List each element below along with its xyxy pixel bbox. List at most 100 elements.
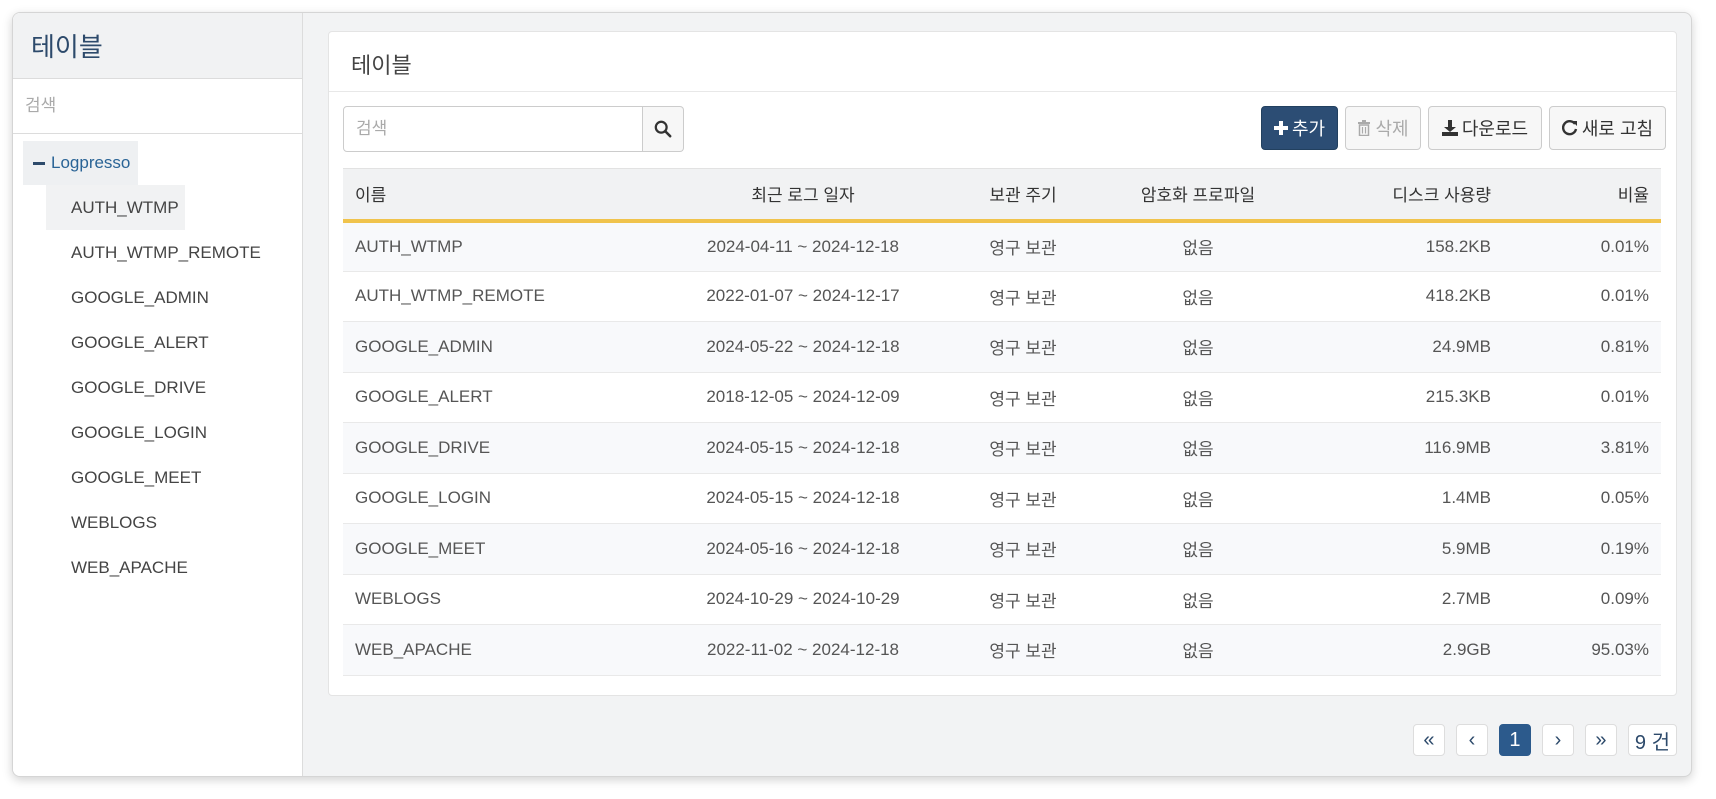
tree-item-auth-wtmp-remote[interactable]: AUTH_WTMP_REMOTE [46,230,267,275]
cell-date: 2024-05-15 ~ 2024-12-18 [706,437,900,457]
header-name[interactable]: 이름 [343,168,673,221]
cell-name: WEB_APACHE [355,639,472,659]
cell-disk: 24.9MB [1432,336,1491,356]
table-search [343,106,643,152]
table-row[interactable]: GOOGLE_MEET 2024-05-16 ~ 2024-12-18 영구 보… [343,523,1661,574]
cell-name: WEBLOGS [355,589,441,609]
refresh-button-label: 새로 고침 [1581,119,1654,139]
tree-item-weblogs[interactable]: WEBLOGS [46,500,163,545]
tree-root-label: Logpresso [51,153,131,172]
table-row[interactable]: GOOGLE_DRIVE 2024-05-15 ~ 2024-12-18 영구 … [343,422,1661,473]
tree-item-google-meet[interactable]: GOOGLE_MEET [46,455,207,500]
cell-name: GOOGLE_DRIVE [355,437,491,457]
app-window: 테이블 Logpresso AUTH_WTMP AUTH_WTMP_REMOTE… [12,12,1692,777]
download-button[interactable]: 다운로드 [1428,106,1542,150]
page-prev-button[interactable]: ‹ [1455,724,1488,756]
cell-date: 2024-05-16 ~ 2024-12-18 [706,538,900,558]
header-disk[interactable]: 디스크 사용량 [1283,168,1503,221]
cell-ratio: 3.81% [1600,437,1649,457]
cell-disk: 158.2KB [1425,236,1491,256]
header-ratio[interactable]: 비율 [1503,168,1661,221]
trash-icon [1358,120,1371,136]
minus-icon[interactable] [33,161,45,165]
cell-retention: 영구 보관 [989,440,1057,460]
cell-ratio: 0.09% [1600,589,1649,609]
cell-disk: 2.7MB [1441,589,1491,609]
table-search-input[interactable] [356,119,630,139]
table-row[interactable]: WEB_APACHE 2022-11-02 ~ 2024-12-18 영구 보관… [343,624,1661,675]
cell-retention: 영구 보관 [989,541,1057,561]
sidebar: 테이블 Logpresso AUTH_WTMP AUTH_WTMP_REMOTE… [13,13,303,776]
cell-retention: 영구 보관 [989,389,1057,409]
tables-panel: 테이블 추가 [328,31,1677,696]
header-encryption[interactable]: 암호화 프로파일 [1113,168,1283,221]
download-icon [1441,120,1458,136]
tree-item-google-drive[interactable]: GOOGLE_DRIVE [46,365,212,410]
cell-date: 2024-10-29 ~ 2024-10-29 [706,589,900,609]
refresh-icon [1561,120,1578,136]
cell-name: AUTH_WTMP_REMOTE [355,286,545,306]
refresh-button[interactable]: 새로 고침 [1549,106,1666,150]
cell-encryption: 없음 [1182,440,1214,460]
cell-encryption: 없음 [1182,239,1214,258]
cell-ratio: 0.05% [1600,488,1649,508]
table-tree: Logpresso AUTH_WTMP AUTH_WTMP_REMOTE GOO… [13,134,302,590]
search-button[interactable] [643,106,684,152]
cell-encryption: 없음 [1182,541,1214,561]
table-row[interactable]: AUTH_WTMP_REMOTE 2022-01-07 ~ 2024-12-17… [343,271,1661,322]
toolbar: 추가 삭제 [329,92,1676,168]
page-last-button[interactable]: » [1584,724,1617,756]
cell-date: 2024-04-11 ~ 2024-12-18 [706,236,900,256]
cell-disk: 5.9MB [1441,538,1491,558]
tree-root-logpresso[interactable]: Logpresso [23,141,139,185]
cell-name: GOOGLE_ADMIN [355,336,493,356]
delete-button[interactable]: 삭제 [1345,106,1421,150]
cell-disk: 1.4MB [1441,488,1491,508]
delete-button-label: 삭제 [1375,119,1409,139]
sidebar-search [13,79,302,134]
cell-date: 2024-05-15 ~ 2024-12-18 [706,488,900,508]
cell-encryption: 없음 [1182,389,1214,409]
cell-date: 2022-11-02 ~ 2024-12-18 [706,639,900,659]
cell-encryption: 없음 [1182,490,1214,510]
page-next-button[interactable]: › [1541,724,1574,756]
page-first-button[interactable]: « [1412,724,1445,756]
tree-item-web-apache[interactable]: WEB_APACHE [46,545,194,590]
cell-name: GOOGLE_ALERT [355,387,493,407]
tree-item-google-admin[interactable]: GOOGLE_ADMIN [46,275,215,320]
cell-encryption: 없음 [1182,591,1214,611]
page-current-button[interactable]: 1 [1498,724,1531,756]
add-button[interactable]: 추가 [1261,106,1338,150]
sidebar-search-input[interactable] [25,96,290,116]
table-row[interactable]: GOOGLE_ADMIN 2024-05-22 ~ 2024-12-18 영구 … [343,321,1661,372]
tree-item-google-alert[interactable]: GOOGLE_ALERT [46,320,215,365]
cell-date: 2022-01-07 ~ 2024-12-17 [706,286,900,306]
tree-item-google-login[interactable]: GOOGLE_LOGIN [46,410,213,455]
result-count: 9 건 [1627,724,1677,756]
cell-retention: 영구 보관 [989,288,1057,308]
cell-ratio: 95.03% [1591,639,1649,659]
table-row[interactable]: GOOGLE_ALERT 2018-12-05 ~ 2024-12-09 영구 … [343,372,1661,423]
panel-title: 테이블 [329,32,1676,92]
table-row[interactable]: AUTH_WTMP 2024-04-11 ~ 2024-12-18 영구 보관 … [343,220,1661,271]
cell-retention: 영구 보관 [989,239,1057,258]
cell-ratio: 0.01% [1600,236,1649,256]
cell-encryption: 없음 [1182,642,1214,662]
cell-name: GOOGLE_MEET [355,538,486,558]
header-date[interactable]: 최근 로그 일자 [673,168,933,221]
table-row[interactable]: WEBLOGS 2024-10-29 ~ 2024-10-29 영구 보관 없음… [343,574,1661,625]
cell-ratio: 0.81% [1600,336,1649,356]
plus-icon [1273,121,1288,135]
tables-table: 이름 최근 로그 일자 보관 주기 암호화 프로파일 디스크 사용량 비율 AU… [343,168,1661,676]
cell-disk: 116.9MB [1424,437,1491,457]
cell-encryption: 없음 [1182,339,1214,359]
main-content: 테이블 추가 [303,13,1691,776]
header-retention[interactable]: 보관 주기 [933,168,1113,221]
cell-disk: 418.2KB [1425,286,1491,306]
cell-name: GOOGLE_LOGIN [355,488,492,508]
table-row[interactable]: GOOGLE_LOGIN 2024-05-15 ~ 2024-12-18 영구 … [343,473,1661,524]
cell-ratio: 0.01% [1600,286,1649,306]
download-button-label: 다운로드 [1461,119,1529,139]
tree-item-auth-wtmp[interactable]: AUTH_WTMP [46,185,185,230]
pagination: « ‹ 1 › » 9 건 [1412,724,1677,756]
